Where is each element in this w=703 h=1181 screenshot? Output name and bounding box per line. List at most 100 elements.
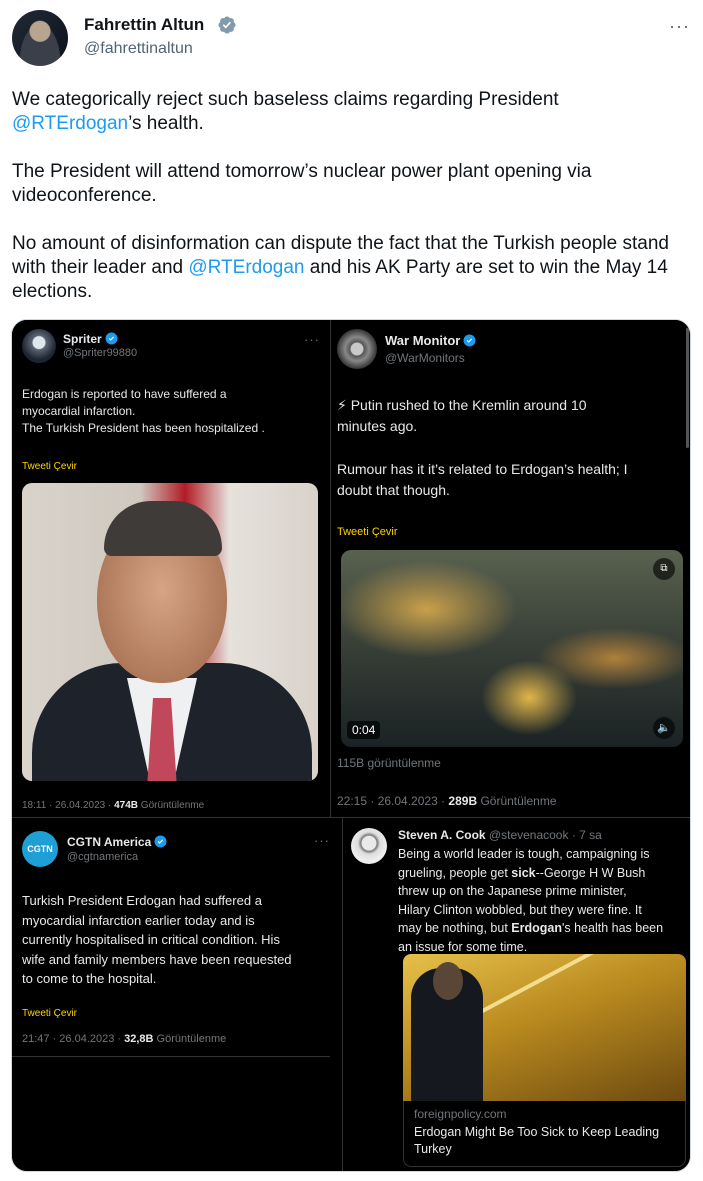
- cgtn-line: Turkish President Erdogan had suffered a: [22, 893, 262, 908]
- warmonitor-name: War Monitor: [385, 333, 476, 348]
- meta-time: 18:11 · 26.04.2023 ·: [22, 800, 115, 811]
- warmonitor-line: Rumour has it it’s related to Erdogan’s …: [337, 461, 628, 477]
- more-dots-icon[interactable]: ···: [669, 16, 690, 37]
- cook-line: threw up on the Japanese prime minister,: [398, 884, 627, 898]
- meta-views-count: 474B: [114, 800, 139, 811]
- media-image-collage[interactable]: Spriter @Spriter99880 ··· Erdogan is rep…: [11, 319, 691, 1172]
- mention-link[interactable]: @RTErdogan: [188, 257, 304, 278]
- cook-line: Hilary Clinton wobbled, but they were fi…: [398, 902, 642, 917]
- cook-span: --George H W Bush: [535, 865, 646, 880]
- gif-icon: ⧉: [653, 558, 675, 580]
- tweet-body: We categorically reject such baseless cl…: [12, 88, 682, 328]
- embedded-tweet-cook: Steven A. Cook @stevenacook · 7 sa Being…: [343, 818, 690, 1171]
- cgtn-text: Turkish President Erdogan had suffered a…: [22, 891, 337, 989]
- spriter-meta: 18:11 · 26.04.2023 · 474B Görüntülenme: [22, 800, 204, 811]
- cook-span: grueling, people get: [398, 865, 512, 880]
- more-dots-icon: ···: [314, 833, 330, 848]
- verified-badge-icon: [463, 334, 476, 347]
- embedded-tweet-spriter: Spriter @Spriter99880 ··· Erdogan is rep…: [12, 320, 330, 817]
- warmonitor-text: ⚡ Putin rushed to the Kremlin around 10 …: [337, 395, 682, 501]
- article-card-image: [403, 954, 686, 1101]
- spriter-line: The Turkish President has been hospitali…: [22, 421, 265, 435]
- cook-span: 's health has been: [561, 921, 664, 935]
- head-shape: [433, 962, 463, 1000]
- warmonitor-avatar: [337, 329, 377, 369]
- video-views: 115B görüntülenme: [337, 756, 441, 770]
- cgtn-meta: 21:47 · 26.04.2023 · 32,8B Görüntülenme: [22, 1033, 226, 1045]
- cook-line: Being a world leader is tough, campaigni…: [398, 847, 650, 861]
- hair-shape: [104, 501, 222, 556]
- embedded-tweet-cgtn: CGTN CGTN America @cgtnamerica ··· Turki…: [12, 818, 342, 1171]
- cook-text: Being a world leader is tough, campaigni…: [398, 845, 688, 956]
- cgtn-name: CGTN America: [67, 835, 167, 849]
- mute-icon: 🔈: [653, 717, 675, 739]
- cgtn-line: to come to the hospital.: [22, 971, 157, 986]
- spriter-line: Erdogan is reported to have suffered a: [22, 387, 227, 401]
- tweet-header: Fahrettin Altun @fahrettinaltun ···: [12, 10, 692, 70]
- warmonitor-name-text: War Monitor: [385, 333, 461, 348]
- warmonitor-line: ⚡ Putin rushed to the Kremlin around 10: [337, 397, 587, 413]
- cgtn-logo-text: CGTN: [27, 844, 53, 854]
- spriter-line: myocardial infarction.: [22, 404, 136, 418]
- meta-views-label: Görüntülenme: [477, 794, 557, 808]
- warmonitor-line: doubt that though.: [337, 482, 450, 498]
- translate-link: Tweeti Çevir: [22, 461, 78, 472]
- embedded-tweet-warmonitor: War Monitor @WarMonitors ⚡ Putin rushed …: [331, 320, 690, 817]
- cook-avatar: [351, 828, 387, 864]
- card-domain: foreignpolicy.com: [414, 1107, 507, 1121]
- spriter-text: Erdogan is reported to have suffered a m…: [22, 386, 265, 437]
- meta-views-count: 289B: [448, 794, 478, 808]
- erdogan-portrait-image: [22, 483, 318, 781]
- panel-divider: [12, 1056, 330, 1057]
- tweet-text-span: We categorically reject such baseless cl…: [12, 89, 559, 110]
- video-duration: 0:04: [347, 721, 381, 739]
- cgtn-avatar: CGTN: [22, 831, 58, 867]
- article-card: foreignpolicy.com Erdogan Might Be Too S…: [403, 1101, 686, 1167]
- meta-views-count: 32,8B: [124, 1033, 154, 1045]
- author-handle[interactable]: @fahrettinaltun: [84, 40, 193, 58]
- author-name[interactable]: Fahrettin Altun: [84, 15, 204, 35]
- cgtn-name-text: CGTN America: [67, 835, 152, 849]
- warmonitor-handle: @WarMonitors: [385, 351, 465, 365]
- meta-views-label: Görüntülenme: [138, 800, 205, 811]
- cgtn-handle: @cgtnamerica: [67, 851, 139, 863]
- cook-header: Steven A. Cook @stevenacook · 7 sa: [398, 828, 602, 842]
- spriter-handle: @Spriter99880: [63, 347, 138, 359]
- cook-bold: sick: [511, 865, 536, 880]
- mention-link[interactable]: @RTErdogan: [12, 113, 128, 134]
- scrollbar-thumb: [686, 328, 689, 448]
- cgtn-line: currently hospitalised in critical condi…: [22, 932, 280, 947]
- tweet-paragraph-2: The President will attend tomorrow’s nuc…: [12, 161, 592, 206]
- more-dots-icon: ···: [304, 332, 320, 347]
- cook-line: may be nothing, but Erdogan's health has…: [398, 919, 688, 938]
- meta-views-label: Görüntülenme: [153, 1033, 227, 1045]
- cook-handle-time: @stevenacook · 7 sa: [488, 828, 602, 842]
- verified-badge-icon: [105, 332, 118, 345]
- warmonitor-meta: 22:15 · 26.04.2023 · 289B Görüntülenme: [337, 794, 557, 808]
- spriter-name-text: Spriter: [63, 332, 102, 346]
- cook-span: may be nothing, but: [398, 921, 512, 935]
- author-avatar[interactable]: [12, 10, 68, 66]
- translate-link: Tweeti Çevir: [22, 1008, 78, 1019]
- tweet-paragraph-3: No amount of disinformation can dispute …: [12, 232, 682, 304]
- warmonitor-line: minutes ago.: [337, 418, 418, 434]
- cook-line: grueling, people get sick--George H W Bu…: [398, 864, 688, 883]
- tweet-text-span: ’s health.: [128, 113, 204, 134]
- rail-shape: [472, 954, 686, 1018]
- cgtn-line: myocardial infarction earlier today and …: [22, 912, 255, 928]
- kremlin-video-thumbnail: ⧉ 0:04 🔈: [341, 550, 683, 747]
- cgtn-line: wife and family members have been reques…: [22, 951, 292, 967]
- translate-link: Tweeti Çevir: [337, 526, 398, 538]
- verified-badge-icon: [218, 16, 236, 34]
- card-title: Turkey: [414, 1142, 452, 1156]
- spriter-avatar: [22, 329, 56, 363]
- spriter-name: Spriter: [63, 332, 118, 346]
- tweet-paragraph-1: We categorically reject such baseless cl…: [12, 88, 682, 136]
- meta-time: 22:15 · 26.04.2023 ·: [337, 794, 449, 808]
- cook-bold: Erdogan: [511, 921, 562, 935]
- meta-time: 21:47 · 26.04.2023 ·: [22, 1033, 125, 1045]
- cook-name: Steven A. Cook: [398, 828, 486, 842]
- verified-badge-icon: [154, 835, 167, 848]
- card-title: Erdogan Might Be Too Sick to Keep Leadin…: [414, 1125, 660, 1139]
